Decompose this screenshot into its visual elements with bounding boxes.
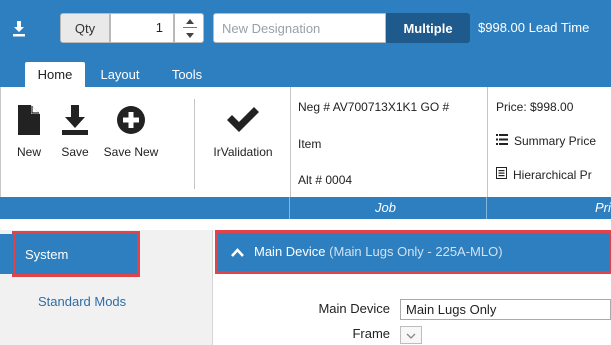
sidebar-item-label: System xyxy=(25,246,69,262)
sidebar-item-system[interactable]: System xyxy=(0,231,140,277)
group-separator xyxy=(486,197,487,219)
hierarchical-price-label: Hierarchical Pr xyxy=(513,167,592,182)
job-group-label: Job xyxy=(375,200,396,215)
section-title-main: Main Device xyxy=(254,244,326,259)
download-icon[interactable] xyxy=(6,14,32,44)
spacer xyxy=(0,219,611,230)
summary-price-link[interactable]: Summary Price xyxy=(496,134,596,148)
job-info-group: Neg # AV700713X1K1 GO # Item Alt # 0004 xyxy=(290,87,486,197)
hierarchical-price-link[interactable]: Hierarchical Pr xyxy=(496,167,592,182)
ribbon-panel: New Save Save New IrValidation Neg # AV7… xyxy=(0,87,611,197)
qty-label: Qty xyxy=(60,13,110,43)
save-new-button[interactable]: Save New xyxy=(101,87,161,197)
section-subtitle: (Main Lugs Only - 225A-MLO) xyxy=(329,244,503,259)
section-title: Main Device (Main Lugs Only - 225A-MLO) xyxy=(254,232,503,272)
spin-down-icon[interactable] xyxy=(183,29,197,42)
top-toolbar: Qty 1 Multiple $998.00 Lead Time xyxy=(0,0,611,56)
ribbon-divider xyxy=(194,99,195,189)
save-button[interactable]: Save xyxy=(55,87,95,197)
sidebar: System Standard Mods xyxy=(0,230,213,345)
ribbon-group-labels: Job Pri xyxy=(0,197,611,219)
new-label: New xyxy=(16,145,41,159)
chevron-up-icon[interactable] xyxy=(229,244,245,260)
designation-input[interactable] xyxy=(213,13,386,43)
main-device-select[interactable]: Main Lugs Only xyxy=(400,299,611,320)
multiple-button[interactable]: Multiple xyxy=(386,13,470,43)
qty-input[interactable]: 1 xyxy=(110,13,174,43)
main-device-label: Main Device xyxy=(318,301,390,316)
chevron-down-icon xyxy=(406,328,416,342)
ribbon-tabs: Home Layout Tools xyxy=(0,56,611,87)
price-lead-time-summary: $998.00 Lead Time xyxy=(478,20,590,35)
document-icon xyxy=(496,167,507,182)
tab-layout[interactable]: Layout xyxy=(90,62,150,87)
list-icon xyxy=(496,134,508,148)
irvalidation-label: IrValidation xyxy=(213,145,273,159)
spin-up-icon[interactable] xyxy=(183,15,197,28)
group-separator xyxy=(289,197,290,219)
pricing-group-label: Pri xyxy=(595,200,611,215)
summary-price-label: Summary Price xyxy=(514,134,597,148)
item-label: Item xyxy=(298,137,322,151)
qty-stepper[interactable] xyxy=(174,13,204,43)
pricing-group: Price: $998.00 Summary Price Hierarchica… xyxy=(487,87,611,197)
price-value: Price: $998.00 xyxy=(496,100,574,114)
irvalidation-button[interactable]: IrValidation xyxy=(204,87,282,197)
neg-go-number: Neg # AV700713X1K1 GO # xyxy=(298,100,450,114)
main-content: Main Device (Main Lugs Only - 225A-MLO) … xyxy=(214,230,611,345)
sidebar-item-standard-mods[interactable]: Standard Mods xyxy=(38,294,126,309)
tab-home[interactable]: Home xyxy=(25,62,85,87)
new-button[interactable]: New xyxy=(11,87,47,197)
plus-circle-icon xyxy=(116,103,146,137)
main-device-section-header[interactable]: Main Device (Main Lugs Only - 225A-MLO) xyxy=(215,230,611,274)
new-document-icon xyxy=(18,103,40,137)
download-save-icon xyxy=(61,103,89,137)
checkmark-icon xyxy=(225,103,261,137)
save-new-label: Save New xyxy=(103,145,159,159)
frame-label: Frame xyxy=(352,326,390,341)
frame-select[interactable] xyxy=(400,326,422,344)
save-label: Save xyxy=(61,145,89,159)
tab-tools[interactable]: Tools xyxy=(162,62,212,87)
alt-number: Alt # 0004 xyxy=(298,173,353,187)
